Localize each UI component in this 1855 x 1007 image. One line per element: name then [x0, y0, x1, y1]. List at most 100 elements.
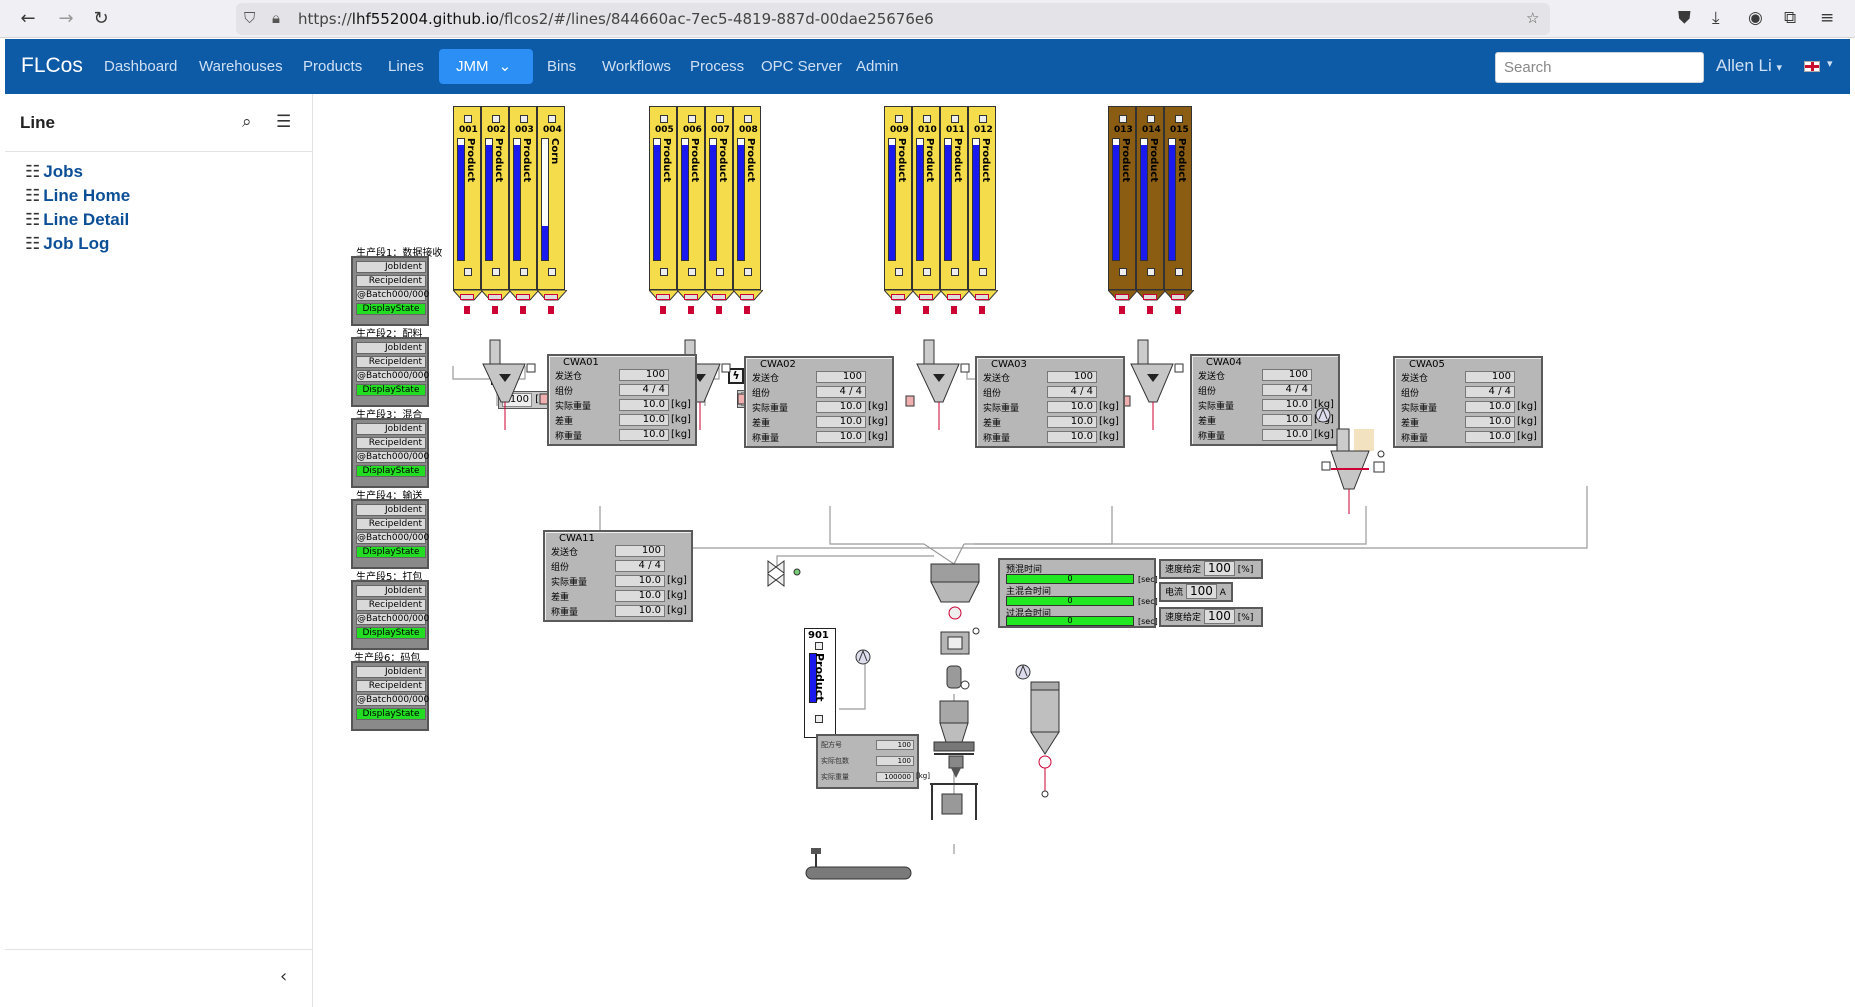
bin-indicator — [464, 268, 472, 276]
bin-901[interactable]: 901 Product — [804, 628, 836, 738]
extensions-icon[interactable]: ⧉ — [1784, 8, 1796, 28]
caret-down-icon[interactable]: ▾ — [1827, 57, 1833, 70]
forward-icon[interactable]: → — [54, 8, 78, 30]
sidebar-item-job-log[interactable]: ☷ Job Log — [25, 234, 109, 254]
unit-label: [kg] — [671, 429, 691, 440]
weigh-panel-cwa04[interactable]: CWA04 发送仓 100 组份 4 / 4 实际重量 10.0 [kg] 差重 10.0 [kg]… — [1190, 354, 1340, 446]
bin-009[interactable]: 009 Product — [884, 106, 914, 301]
weigh-panel-cwa02[interactable]: CWA02 发送仓 100 组份 4 / 4 实际重量 10.0 [kg] 差重 10.0 [kg]… — [744, 356, 894, 448]
nav-bins[interactable]: Bins — [547, 58, 576, 75]
nav-products[interactable]: Products — [303, 58, 362, 75]
sidebar-item-line-home[interactable]: ☷ Line Home — [25, 186, 130, 206]
weigh-row-label: 差重 — [1198, 417, 1217, 427]
nav-lines[interactable]: Lines — [388, 58, 424, 75]
valve-icon[interactable] — [951, 306, 957, 314]
stage-panel[interactable]: JobIdent RecipeIdent @Batch000/000 DisplayS… — [351, 499, 429, 569]
nav-opc-server[interactable]: OPC Server — [761, 58, 842, 75]
valve-icon[interactable] — [923, 306, 929, 314]
bin-product: Product — [1120, 138, 1131, 183]
nav-dashboard[interactable]: Dashboard — [104, 58, 177, 75]
valve-icon[interactable] — [716, 306, 722, 314]
bin-indicator — [1175, 115, 1183, 123]
valve-icon[interactable] — [895, 306, 901, 314]
weigh-row-value: 100 — [1465, 371, 1515, 383]
valve-icon[interactable] — [548, 306, 554, 314]
user-menu[interactable]: Allen Li ▾ — [1716, 56, 1782, 76]
weigh-row-label: 称重量 — [752, 434, 780, 444]
back-icon[interactable]: ← — [16, 8, 40, 30]
speed-setpoint-2[interactable]: 速度给定 100 [%] — [1159, 607, 1263, 627]
brand-logo[interactable]: FLCos — [21, 54, 83, 78]
bin-005[interactable]: 005 Product — [649, 106, 679, 301]
reload-icon[interactable]: ↻ — [89, 8, 113, 30]
bin-014[interactable]: 014 Product — [1136, 106, 1166, 301]
bin-001[interactable]: 001 Product — [453, 106, 483, 301]
bookmark-star-icon[interactable]: ☆ — [1526, 9, 1539, 27]
list-toggle-icon[interactable]: ☰ — [276, 112, 291, 132]
bin-012[interactable]: 012 Product — [968, 106, 998, 301]
valve-icon[interactable] — [492, 306, 498, 314]
stage-panel[interactable]: JobIdent RecipeIdent @Batch000/000 DisplayS… — [351, 337, 429, 407]
weigh-row-value: 10.0 — [1262, 414, 1312, 426]
unit-label: [kg] — [868, 431, 888, 442]
lock-icon[interactable]: 🔒︎ — [272, 9, 280, 27]
account-icon[interactable]: ◉ — [1748, 8, 1763, 28]
bin-003[interactable]: 003 Product — [509, 106, 539, 301]
valve-icon[interactable] — [744, 306, 750, 314]
search-input[interactable] — [1495, 52, 1704, 83]
bin-indicator — [1147, 115, 1155, 123]
pre-mix-bar: 0 — [1006, 574, 1134, 584]
download-icon[interactable]: ⤓ — [1712, 8, 1720, 28]
bin-id: 008 — [739, 125, 758, 135]
valve-icon[interactable] — [520, 306, 526, 314]
nav-jmm-dropdown[interactable]: JMM ⌄ — [439, 49, 533, 84]
search-icon[interactable]: ⌕ — [242, 112, 252, 132]
valve-icon[interactable] — [979, 306, 985, 314]
pocket-icon[interactable]: ⛊ — [1678, 8, 1691, 28]
nav-process[interactable]: Process — [690, 58, 744, 75]
address-bar[interactable]: ⛉ 🔒︎ https://lhf552004.github.io/flcos2/… — [236, 3, 1550, 35]
weigh-panel-cwa05[interactable]: CWA05 发送仓 100 组份 4 / 4 实际重量 10.0 [kg] 差重 10.0 [kg]… — [1393, 356, 1543, 448]
bin-indicator — [1119, 268, 1127, 276]
bin-008[interactable]: 008 Product — [733, 106, 763, 301]
bin-013[interactable]: 013 Product — [1108, 106, 1138, 301]
bin-015[interactable]: 015 Product — [1164, 106, 1194, 301]
weigh-panel-cwa01[interactable]: CWA01 发送仓 100 组份 4 / 4 实际重量 10.0 [kg] 差重 10.0 [kg]… — [547, 354, 697, 446]
bin-002[interactable]: 002 Product — [481, 106, 511, 301]
speed-setpoint-1[interactable]: 速度给定 100 [%] — [1159, 559, 1263, 579]
bin-product: Product — [924, 138, 935, 183]
weigh-row-value: 100 — [816, 371, 866, 383]
valve-icon[interactable] — [1119, 306, 1125, 314]
language-flag-icon[interactable] — [1804, 61, 1820, 72]
bin-010[interactable]: 010 Product — [912, 106, 942, 301]
weigh-panel-cwa03[interactable]: CWA03 发送仓 100 组份 4 / 4 实际重量 10.0 [kg] 差重 10.0 [kg]… — [975, 356, 1125, 448]
chevron-left-icon[interactable]: ‹ — [280, 966, 287, 987]
bin-indicator — [660, 115, 668, 123]
valve-icon[interactable] — [660, 306, 666, 314]
sidebar-item-line-detail[interactable]: ☷ Line Detail — [25, 210, 129, 230]
lightning-icon[interactable]: ϟ — [728, 368, 744, 384]
valve-icon[interactable] — [1147, 306, 1153, 314]
lightning-icon[interactable]: ϟ — [491, 369, 507, 385]
nav-warehouses[interactable]: Warehouses — [199, 58, 283, 75]
stage-panel[interactable]: JobIdent RecipeIdent @Batch000/000 DisplayS… — [351, 256, 429, 326]
nav-workflows[interactable]: Workflows — [602, 58, 671, 75]
sidebar-item-jobs[interactable]: ☷ Jobs — [25, 162, 83, 182]
valve-icon[interactable] — [1175, 306, 1181, 314]
feeder-screw — [460, 294, 474, 300]
bin-004[interactable]: 004 Corn — [537, 106, 567, 301]
stage-panel[interactable]: JobIdent RecipeIdent @Batch000/000 DisplayS… — [351, 418, 429, 488]
belt-conveyor — [805, 848, 912, 880]
stage-panel[interactable]: JobIdent RecipeIdent @Batch000/000 DisplayS… — [351, 661, 429, 731]
bin-011[interactable]: 011 Product — [940, 106, 970, 301]
shield-icon[interactable]: ⛉ — [244, 9, 255, 27]
menu-icon[interactable]: ≡ — [1820, 8, 1834, 28]
nav-admin[interactable]: Admin — [856, 58, 899, 75]
valve-icon[interactable] — [688, 306, 694, 314]
weigh-panel-cwa11[interactable]: CWA11 发送仓 100 组份 4 / 4 实际重量 10.0 [kg] 差重 10.0 [kg]… — [543, 530, 693, 622]
unit-label: [kg] — [1099, 401, 1119, 412]
bin-006[interactable]: 006 Product — [677, 106, 707, 301]
valve-icon[interactable] — [464, 306, 470, 314]
stage-panel[interactable]: JobIdent RecipeIdent @Batch000/000 DisplayS… — [351, 580, 429, 650]
bin-007[interactable]: 007 Product — [705, 106, 735, 301]
